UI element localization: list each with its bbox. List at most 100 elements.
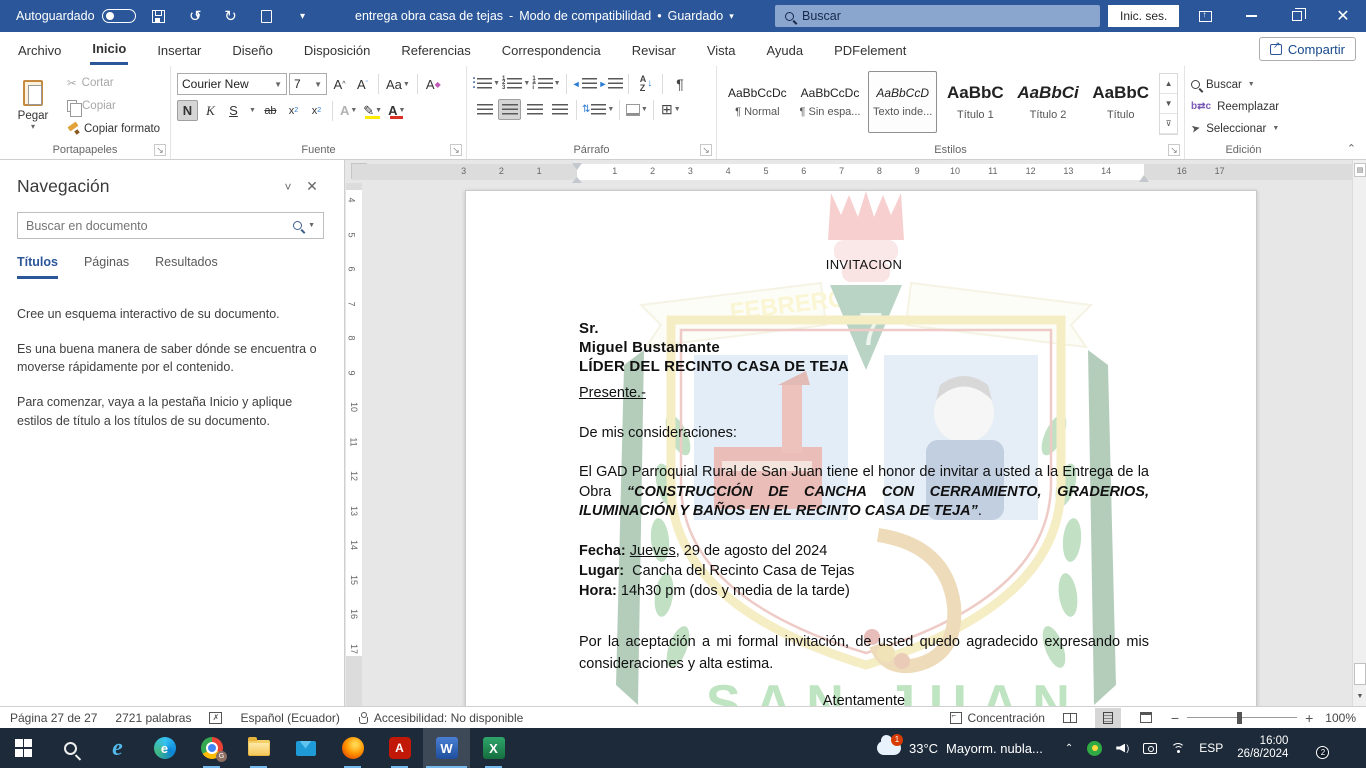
superscript-button[interactable]: x2	[306, 100, 327, 121]
tab-referencias[interactable]: Referencias	[399, 35, 472, 64]
read-mode-button[interactable]	[1057, 708, 1083, 728]
styles-scroll-down-button[interactable]: ▼	[1160, 94, 1177, 114]
ruler-toggle-button[interactable]: ▤	[1354, 163, 1366, 177]
right-indent-marker[interactable]	[1139, 170, 1149, 182]
firefox-button[interactable]	[329, 728, 376, 768]
excel-button[interactable]: X	[470, 728, 517, 768]
zoom-level[interactable]: 100%	[1325, 711, 1356, 725]
saved-state-label[interactable]: Guardado	[668, 9, 724, 23]
tab-diseno[interactable]: Diseño	[230, 35, 274, 64]
share-button[interactable]: Compartir	[1259, 37, 1356, 61]
line-spacing-button[interactable]: ⇅▼	[582, 99, 614, 120]
collapse-ribbon-button[interactable]: ⌃	[1347, 142, 1356, 155]
taskbar-search-button[interactable]	[47, 728, 94, 768]
zoom-slider[interactable]	[1187, 717, 1297, 719]
doc-invitation-paragraph[interactable]: El GAD Parroquial Rural de San Juan tien…	[579, 463, 1149, 522]
styles-dialog-launcher[interactable]: ↘	[1168, 144, 1180, 156]
new-document-button[interactable]	[254, 4, 280, 28]
internet-explorer-button[interactable]: e	[94, 728, 141, 768]
font-color-button[interactable]: A▼	[386, 100, 407, 121]
focus-mode-button[interactable]: Concentración	[950, 711, 1045, 725]
tab-insertar[interactable]: Insertar	[155, 35, 203, 64]
clear-formatting-button[interactable]: A◆	[423, 74, 444, 95]
doc-recipient[interactable]: Sr. Miguel Bustamante LÍDER DEL RECINTO …	[579, 319, 1149, 376]
multilevel-list-button[interactable]: 1 a i▼	[532, 73, 560, 94]
tab-ayuda[interactable]: Ayuda	[764, 35, 805, 64]
format-painter-button[interactable]: Copiar formato	[64, 119, 163, 139]
language-indicator[interactable]: Español (Ecuador)	[240, 711, 339, 725]
customize-quick-access-button[interactable]: ▾	[290, 4, 316, 28]
numbering-button[interactable]: 1 2 3▼	[502, 73, 530, 94]
cut-button[interactable]: ✂Cortar	[64, 73, 163, 93]
close-navigation-button[interactable]: ✕	[300, 178, 324, 195]
font-dialog-launcher[interactable]: ↘	[450, 144, 462, 156]
align-right-button[interactable]	[523, 99, 546, 120]
doc-salutation[interactable]: De mis consideraciones:	[579, 425, 1149, 441]
file-explorer-button[interactable]	[235, 728, 282, 768]
chrome-button[interactable]: G	[188, 728, 235, 768]
hanging-indent-marker[interactable]	[572, 172, 582, 183]
autosave-switch[interactable]	[102, 9, 136, 23]
vertical-ruler[interactable]: 4567891011121314151617	[346, 183, 362, 706]
paste-button[interactable]: Pegar ▾	[6, 71, 60, 139]
print-layout-button[interactable]	[1095, 708, 1121, 728]
sign-in-button[interactable]: Inic. ses.	[1108, 5, 1179, 27]
sort-button[interactable]: AZ↓	[634, 73, 657, 94]
scroll-down-button[interactable]: ▼	[1354, 690, 1366, 704]
volume-icon[interactable]: )	[1116, 744, 1129, 753]
style-titulo[interactable]: AaBbC Título	[1086, 71, 1155, 133]
autosave-toggle[interactable]: Autoguardado	[16, 9, 136, 23]
tab-inicio[interactable]: Inicio	[90, 33, 128, 65]
acrobat-button[interactable]: A	[376, 728, 423, 768]
text-effects-button[interactable]: A▼	[338, 100, 359, 121]
show-hidden-icons-button[interactable]: ⌃	[1065, 743, 1073, 754]
tab-vista[interactable]: Vista	[705, 35, 738, 64]
copy-button[interactable]: Copiar	[64, 96, 163, 116]
doc-heading[interactable]: INVITACION	[579, 257, 1149, 272]
word-button[interactable]: W	[423, 728, 470, 768]
keyboard-language[interactable]: ESP	[1199, 741, 1223, 755]
restore-button[interactable]	[1274, 0, 1320, 32]
accessibility-status[interactable]: Accesibilidad: No disponible	[358, 711, 523, 725]
scrollbar-thumb[interactable]	[1354, 663, 1366, 685]
zoom-in-button[interactable]: +	[1305, 710, 1313, 726]
decrease-indent-button[interactable]: ◄	[572, 73, 597, 94]
edge-button[interactable]: e	[141, 728, 188, 768]
chevron-down-icon[interactable]: ▼	[308, 222, 315, 229]
find-button[interactable]: Buscar▼	[1191, 75, 1296, 94]
shading-button[interactable]: ▼	[625, 99, 648, 120]
style-titulo-1[interactable]: AaBbC Título 1	[941, 71, 1010, 133]
vertical-scrollbar[interactable]: ▤ ▼	[1352, 160, 1366, 706]
paragraph-dialog-launcher[interactable]: ↘	[700, 144, 712, 156]
clipboard-dialog-launcher[interactable]: ↘	[154, 144, 166, 156]
doc-presente[interactable]: Presente.-	[579, 385, 1149, 401]
undo-button[interactable]: ↺▾	[182, 4, 208, 28]
save-button[interactable]	[146, 4, 172, 28]
bold-button[interactable]: N	[177, 100, 198, 121]
strikethrough-button[interactable]: ab	[260, 100, 281, 121]
navigation-search-input[interactable]	[26, 219, 287, 233]
tab-correspondencia[interactable]: Correspondencia	[500, 35, 603, 64]
shrink-font-button[interactable]: Aˇ	[352, 74, 373, 95]
action-center-button[interactable]: 2	[1306, 740, 1324, 756]
styles-scroll-up-button[interactable]: ▲	[1160, 74, 1177, 94]
increase-indent-button[interactable]: ►	[599, 73, 624, 94]
grow-font-button[interactable]: A^	[329, 74, 350, 95]
subscript-button[interactable]: x2	[283, 100, 304, 121]
close-button[interactable]: ✕	[1320, 0, 1366, 32]
tab-pdfelement[interactable]: PDFelement	[832, 35, 908, 64]
nav-tab-resultados[interactable]: Resultados	[155, 255, 218, 279]
zoom-out-button[interactable]: −	[1171, 710, 1179, 726]
document-page[interactable]: FEBRERO 7	[465, 190, 1257, 706]
redo-button[interactable]: ↻	[218, 4, 244, 28]
doc-event-details[interactable]: Fecha: Jueves, 29 de agosto del 2024 Lug…	[579, 541, 1149, 601]
weather-widget[interactable]: 1 33°C Mayorm. nubla...	[877, 741, 1043, 756]
font-size-combo[interactable]: 7▼	[289, 73, 327, 95]
page-indicator[interactable]: Página 27 de 27	[10, 711, 97, 725]
underline-button[interactable]: S	[223, 100, 244, 121]
zoom-slider-thumb[interactable]	[1237, 712, 1242, 724]
style-titulo-2[interactable]: AaBbCi Título 2	[1014, 71, 1083, 133]
bullets-button[interactable]: • • •▼	[473, 73, 500, 94]
navigation-search-box[interactable]: ▼	[17, 212, 324, 239]
replace-button[interactable]: b⇄cReemplazar	[1191, 97, 1296, 116]
